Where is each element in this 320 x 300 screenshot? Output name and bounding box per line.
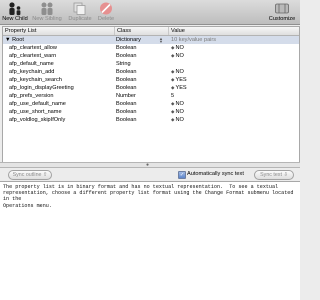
row-value[interactable]: ◆YES [171, 84, 297, 92]
table-header: Property List Class Value [3, 27, 299, 36]
row-class: Number [116, 93, 136, 99]
sync-bar: Sync outline ⇧ ✓ Automatically sync text… [0, 168, 300, 180]
row-value[interactable]: 5 [171, 92, 297, 100]
row-key: afp_cleartext_allow [9, 45, 57, 51]
property-list-table: Property List Class Value ▼ Root Diction… [2, 26, 300, 163]
auto-sync-checkbox[interactable]: ✓ [178, 171, 186, 179]
row-class: Boolean [116, 45, 137, 51]
new-sibling-icon [41, 2, 53, 15]
customize-toolbar-icon [275, 3, 289, 14]
text-representation-area[interactable]: The property list is in binary format an… [0, 181, 300, 300]
row-key: afp_voldlog_skipIfOnly [9, 117, 66, 123]
new-sibling-label: New Sibling [32, 16, 62, 22]
value-popup-icon[interactable]: ◆ [171, 108, 174, 116]
row-key: afp_use_short_name [9, 109, 62, 115]
value-popup-icon[interactable]: ◆ [171, 116, 174, 124]
class-popup-arrows-icon[interactable]: ▲ ▼ [159, 37, 163, 44]
value-popup-icon[interactable]: ◆ [171, 52, 174, 60]
duplicate-label: Duplicate [68, 16, 92, 22]
row-class: Boolean [116, 109, 137, 115]
column-header-property-list[interactable]: Property List [3, 27, 114, 35]
row-key: afp_prefs_version [9, 93, 54, 99]
row-class: Boolean [116, 117, 137, 123]
new-child-icon [9, 2, 21, 16]
table-row[interactable]: afp_keychain_search Boolean ◆YES [3, 76, 299, 84]
row-class: Boolean [116, 53, 137, 59]
customize-label: Customize [268, 16, 296, 22]
new-sibling-button[interactable]: New Sibling [32, 1, 62, 22]
row-class: Boolean [116, 77, 137, 83]
table-row[interactable]: afp_use_short_name Boolean ◆NO [3, 108, 299, 116]
sync-outline-button[interactable]: Sync outline ⇧ [8, 170, 52, 180]
row-key: afp_keychain_search [9, 77, 62, 83]
table-row-root[interactable]: ▼ Root Dictionary ▲ ▼ 10 key/value pairs [3, 36, 299, 44]
table-row[interactable]: afp_voldlog_skipIfOnly Boolean ◆NO [3, 116, 299, 124]
value-popup-icon[interactable]: ◆ [171, 44, 174, 52]
row-key: afp_cleartext_warn [9, 53, 57, 59]
duplicate-button[interactable]: Duplicate [66, 1, 94, 22]
value-popup-icon[interactable]: ◆ [171, 100, 174, 108]
row-key: ▼ Root [5, 37, 24, 43]
delete-label: Delete [97, 16, 115, 22]
column-header-value[interactable]: Value [168, 27, 299, 35]
row-value[interactable]: ◆NO [171, 108, 297, 116]
delete-button[interactable]: Delete [95, 1, 117, 22]
row-key: afp_default_name [9, 61, 54, 67]
toolbar: New Child New Sibling Duplicate Delete C… [0, 0, 300, 25]
row-class: Boolean [116, 85, 137, 91]
table-row[interactable]: afp_cleartext_allow Boolean ◆NO [3, 44, 299, 52]
table-row[interactable]: afp_use_default_name Boolean ◆NO [3, 100, 299, 108]
row-value[interactable]: ◆NO [171, 116, 297, 124]
row-key: afp_keychain_add [9, 69, 55, 75]
duplicate-icon [73, 2, 86, 15]
delete-icon [100, 2, 112, 15]
row-value[interactable] [171, 60, 297, 68]
row-key: afp_login_displayGreeting [9, 85, 74, 91]
value-popup-icon[interactable]: ◆ [171, 84, 174, 92]
value-popup-icon[interactable]: ◆ [171, 76, 174, 84]
value-popup-icon[interactable]: ◆ [171, 68, 174, 76]
table-row[interactable]: afp_default_name String [3, 60, 299, 68]
row-class: String [116, 61, 131, 67]
table-row[interactable]: afp_login_displayGreeting Boolean ◆YES [3, 84, 299, 92]
table-row[interactable]: afp_cleartext_warn Boolean ◆NO [3, 52, 299, 60]
row-class: Boolean [116, 69, 137, 75]
table-row[interactable]: afp_prefs_version Number 5 [3, 92, 299, 100]
table-row[interactable]: afp_keychain_add Boolean ◆NO [3, 68, 299, 76]
row-class: Boolean [116, 101, 137, 107]
sync-text-button[interactable]: Sync text ⇩ [254, 170, 294, 180]
row-value[interactable]: ◆NO [171, 44, 297, 52]
column-header-class[interactable]: Class [114, 27, 168, 35]
auto-sync-label: Automatically sync text [187, 171, 244, 177]
row-key: afp_use_default_name [9, 101, 66, 107]
new-child-label: New Child [2, 16, 28, 22]
row-value[interactable]: ◆YES [171, 76, 297, 84]
row-value: 10 key/value pairs [171, 37, 217, 43]
row-value[interactable]: ◆NO [171, 68, 297, 76]
row-value[interactable]: ◆NO [171, 52, 297, 60]
row-value[interactable]: ◆NO [171, 100, 297, 108]
customize-button[interactable]: Customize [265, 1, 299, 22]
new-child-button[interactable]: New Child [2, 1, 28, 22]
